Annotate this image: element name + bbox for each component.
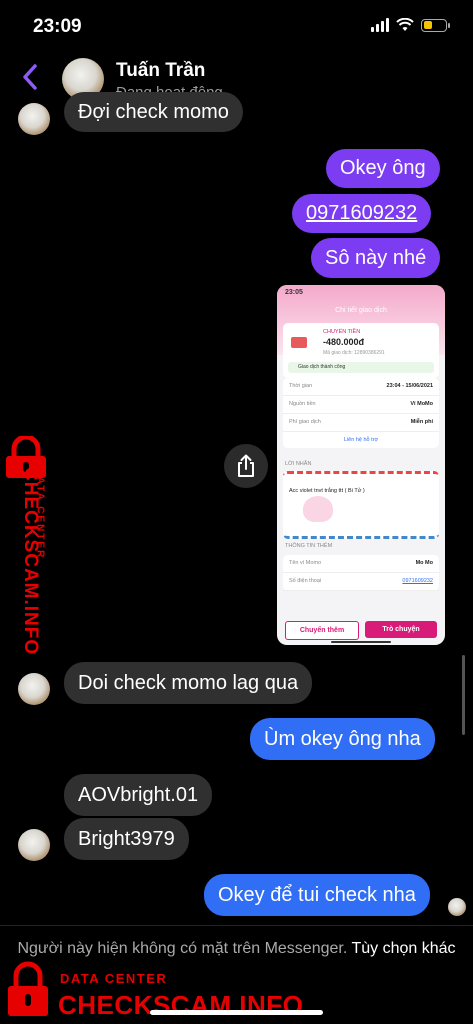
receipt-row: Tên ví Momo Mo Mo [283,555,439,573]
receipt-row: Số điện thoại 0971609232 [283,573,439,591]
receipt-status: Giao dịch thành công [288,362,434,373]
contact-name[interactable]: Tuấn Trần [116,60,205,82]
padlock-icon [8,961,48,1016]
receipt-row: Phí giao dịch Miễn phí [283,414,439,432]
momo-receipt-image[interactable]: 23:05 Chi tiết giao dịch CHUYỂN TIỀN -48… [277,285,445,645]
watermark-label-bottom: DATA CENTER [60,971,168,986]
checkscam-watermark-side: CHECKSCAM.INFO DATA CENTER [2,436,50,666]
receipt-type: CHUYỂN TIỀN [323,329,361,335]
receipt-time: 23:05 [285,289,303,296]
message-incoming[interactable]: Bright3979 [64,818,189,860]
footer-divider [0,925,473,926]
share-button[interactable] [224,444,268,488]
receipt-message: Acc violet tnvt trắng ttt ( Bi Tử ) [289,488,365,494]
receipt-code: Mã giao dịch: 12890386291 [323,350,385,356]
receipt-amount: -480.000đ [323,337,365,347]
status-icons [371,18,450,32]
receipt-row: Thời gian 23:04 - 15/06/2021 [283,378,439,396]
message-incoming[interactable]: Doi check momo lag qua [64,662,313,704]
scrollbar[interactable] [462,655,465,735]
receipt-title: Chi tiết giao dịch [335,307,387,314]
offline-notice: Người này hiện không có mặt trên Messeng… [0,938,473,959]
watermark-brand-bottom: CHECKSCAM.INFO [58,990,304,1020]
message-outgoing[interactable]: Ùm okey ông nha [250,718,435,760]
status-time: 23:09 [33,16,82,37]
message-incoming[interactable]: AOVbright.01 [64,774,213,816]
receipt-row: Nguồn tiền Ví MoMo [283,396,439,414]
sender-avatar [18,829,50,861]
receipt-transfer-more-button: Chuyển thêm [285,621,359,640]
seen-receipt-avatar [448,898,466,916]
home-indicator[interactable] [150,1010,323,1015]
wifi-icon [396,18,414,31]
share-icon [238,454,254,477]
receipt-info-header: THÔNG TIN THÊM [285,543,333,549]
message-outgoing[interactable]: Okey để tui check nha [204,874,430,916]
receipt-chat-button: Trò chuyện [365,621,437,638]
receipt-message-header: LỜI NHẮN [285,461,312,467]
offline-notice-text: Người này hiện không có mặt trên Messeng… [17,940,348,957]
more-options-link[interactable]: Tùy chọn khác [351,940,455,957]
message-outgoing-phone-link[interactable]: 0971609232 [292,194,432,233]
message-outgoing[interactable]: Sô này nhé [311,238,441,278]
transfer-icon [291,337,307,348]
heart-decoration [303,496,333,522]
message-incoming[interactable]: Đợi check momo [64,92,243,132]
chevron-left-icon[interactable] [18,62,42,92]
message-outgoing[interactable]: Okey ông [326,149,440,188]
battery-icon [421,18,450,32]
cellular-signal-icon [371,18,389,32]
watermark-label-side: DATA CENTER [34,467,46,560]
receipt-support-link: Liên hệ hỗ trợ [343,437,379,443]
sender-avatar [18,103,50,135]
